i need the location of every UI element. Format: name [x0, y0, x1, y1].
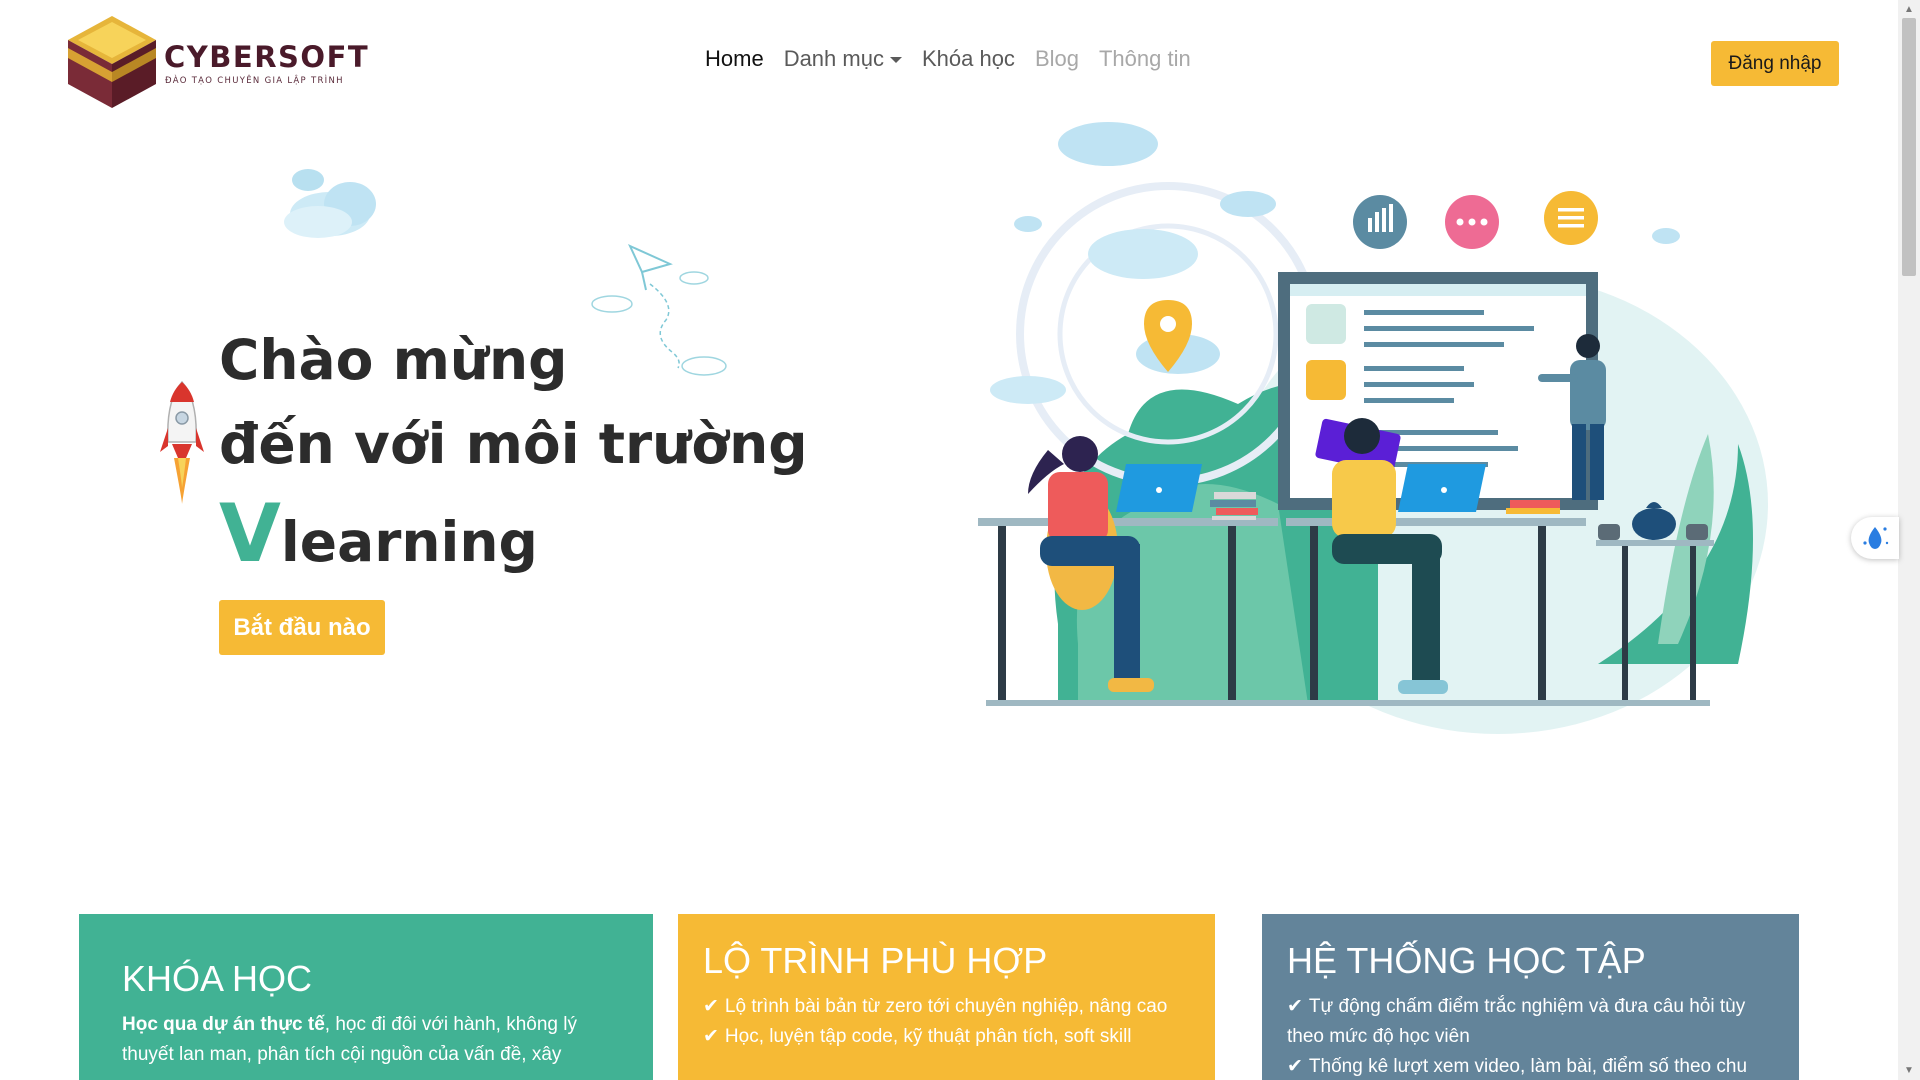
accessibility-widget-button[interactable]	[1851, 517, 1899, 559]
feature-card-learning-system: HỆ THỐNG HỌC TẬP ✔ Tự động chấm điểm trắc…	[1262, 914, 1799, 1080]
brand-tagline: ĐÀO TẠO CHUYÊN GIA LẬP TRÌNH	[165, 76, 344, 86]
scroll-down-icon[interactable]: ▼	[1904, 1065, 1914, 1076]
main-nav: Home Danh mục Khóa học Blog Thông tin	[705, 46, 1211, 72]
nav-item-courses[interactable]: Khóa học	[922, 46, 1015, 72]
feature-card-body: ✔ Tự động chấm điểm trắc nghiệm và đưa câ…	[1287, 992, 1777, 1080]
scroll-up-icon[interactable]: ▲	[1904, 4, 1914, 15]
chat-dots-icon	[1445, 195, 1499, 249]
nav-item-home[interactable]: Home	[705, 46, 764, 72]
chevron-down-icon	[889, 57, 902, 64]
checkmark-icon: ✔	[703, 996, 719, 1017]
list-icon	[1544, 191, 1598, 245]
logo-cube-icon	[68, 16, 156, 108]
list-item: ✔ Lộ trình bài bản từ zero tới chuyên ngh…	[703, 992, 1193, 1022]
list-item: ✔ Học, luyện tập code, kỹ thuật phân tích…	[703, 1022, 1193, 1052]
checkmark-icon: ✔	[703, 1026, 719, 1047]
nav-item-blog[interactable]: Blog	[1035, 46, 1079, 72]
nav-item-categories[interactable]: Danh mục	[784, 46, 902, 72]
cloud-icon	[284, 169, 376, 238]
checkmark-icon: ✔	[1287, 1056, 1303, 1077]
feature-card-text: Học qua dự án thực tế, học đi đôi với hà…	[122, 1010, 602, 1070]
feature-card-courses: KHÓA HỌC Học qua dự án thực tế, học đi đ…	[79, 914, 653, 1080]
bar-chart-icon	[1353, 195, 1407, 249]
list-item-text: Tự động chấm điểm trắc nghiệm và đưa câu…	[1287, 996, 1746, 1047]
list-item-text: Học, luyện tập code, kỹ thuật phân tích,…	[724, 1026, 1132, 1047]
site-header: CYBERSOFT ĐÀO TẠO CHUYÊN GIA LẬP TRÌNH H…	[0, 0, 1898, 120]
brand-name: CYBERSOFT	[164, 40, 370, 74]
list-item: ✔ Tự động chấm điểm trắc nghiệm và đưa câ…	[1287, 992, 1777, 1052]
hero-illustration	[978, 122, 1768, 734]
list-item-text: Thống kê lượt xem video, làm bài, điểm s…	[1308, 1056, 1748, 1077]
hero-brand-rest: learning	[280, 510, 538, 574]
feature-card-highlight: Học qua dự án thực tế	[122, 1014, 325, 1035]
scrollbar-thumb[interactable]	[1902, 18, 1916, 276]
checkmark-icon: ✔	[1287, 996, 1303, 1017]
feature-card-body: ✔ Lộ trình bài bản từ zero tới chuyên ngh…	[703, 992, 1193, 1052]
hero-line-1: Chào mừng	[219, 328, 568, 392]
login-button[interactable]: Đăng nhập	[1711, 41, 1839, 86]
feature-card-body: Học qua dự án thực tế, học đi đôi với hà…	[122, 1010, 602, 1070]
hero-brand: Vlearning	[219, 492, 808, 584]
list-item-text: Lộ trình bài bản từ zero tới chuyên nghi…	[724, 996, 1168, 1017]
feature-card-roadmap: LỘ TRÌNH PHÙ HỢP ✔ Lộ trình bài bản từ ze…	[678, 914, 1215, 1080]
brand-logo[interactable]: CYBERSOFT ĐÀO TẠO CHUYÊN GIA LẬP TRÌNH	[66, 14, 386, 112]
page-scrollbar[interactable]: ▲ ▼	[1898, 0, 1920, 1080]
hero-brand-initial: V	[219, 487, 281, 580]
feature-card-title: LỘ TRÌNH PHÙ HỢP	[703, 940, 1048, 981]
list-item: ✔ Thống kê lượt xem video, làm bài, điểm …	[1287, 1052, 1777, 1080]
get-started-button[interactable]: Bắt đầu nào	[219, 600, 385, 655]
nav-item-info[interactable]: Thông tin	[1099, 46, 1191, 72]
rocket-icon	[160, 380, 204, 504]
feature-card-title: KHÓA HỌC	[122, 958, 313, 999]
hero-title: Chào mừng đến với môi trường Vlearning	[219, 318, 808, 584]
feature-card-title: HỆ THỐNG HỌC TẬP	[1287, 940, 1646, 981]
accessibility-widget-icon	[1863, 527, 1889, 549]
nav-item-categories-label: Danh mục	[783, 46, 884, 71]
hero-line-2: đến với môi trường	[219, 412, 808, 476]
